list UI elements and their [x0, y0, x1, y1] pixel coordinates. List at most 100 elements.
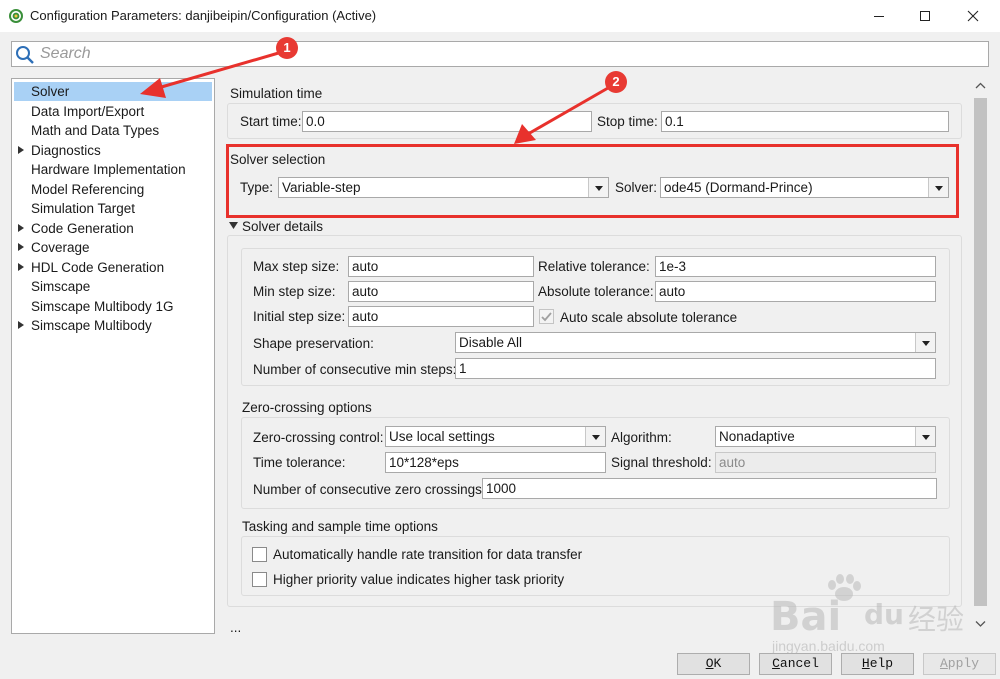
- tree-item-label: Simscape Multibody 1G: [31, 298, 174, 314]
- rate-transition-label: Automatically handle rate transition for…: [273, 547, 583, 562]
- absolute-tolerance-field[interactable]: auto: [655, 281, 936, 302]
- simulation-time-heading: Simulation time: [230, 86, 323, 101]
- auto-scale-tolerance-checkbox[interactable]: [539, 309, 554, 324]
- tree-item-label: Simulation Target: [31, 201, 136, 216]
- consecutive-min-steps-label: Number of consecutive min steps:: [253, 362, 457, 377]
- max-step-size-label: Max step size:: [253, 259, 340, 274]
- more-settings-ellipsis[interactable]: ...: [230, 620, 241, 635]
- stop-time-label: Stop time:: [597, 114, 658, 129]
- zero-crossing-control-label: Zero-crossing control:: [253, 430, 384, 445]
- expand-arrow-icon[interactable]: [18, 223, 24, 232]
- tree-item-label: Model Referencing: [31, 181, 145, 197]
- collapse-arrow-icon[interactable]: [229, 222, 238, 230]
- baidu-watermark: Bai du 经验 jingyan.baidu.com: [770, 574, 990, 664]
- solver-details-heading: Solver details: [242, 219, 324, 234]
- consecutive-zero-crossings-field[interactable]: 1000: [482, 478, 937, 499]
- tree-item-simulation-target[interactable]: Simulation Target: [14, 199, 212, 218]
- zero-crossing-control-value: Use local settings: [389, 429, 495, 444]
- zero-crossing-control-dropdown[interactable]: Use local settings: [385, 426, 606, 447]
- time-tolerance-field[interactable]: 10*128*eps: [385, 452, 606, 473]
- title-bar: Configuration Parameters: danjibeipin/Co…: [0, 0, 1000, 32]
- stop-time-field[interactable]: 0.1: [661, 111, 949, 132]
- tree-item-coverage[interactable]: Coverage: [14, 238, 212, 257]
- chevron-down-icon[interactable]: [915, 427, 935, 446]
- initial-step-size-label: Initial step size:: [253, 309, 346, 324]
- ok-button[interactable]: OK: [677, 653, 750, 675]
- annotation-highlight-rectangle: [226, 144, 959, 218]
- tree-item-math-and-data-types[interactable]: Math and Data Types: [14, 121, 212, 140]
- tree-item-hardware-implementation[interactable]: Hardware Implementation: [14, 160, 212, 179]
- checkmark-icon: [541, 312, 552, 322]
- tree-item-simscape-multibody[interactable]: Simscape Multibody: [14, 316, 212, 335]
- tree-item-simscape[interactable]: Simscape: [14, 277, 212, 296]
- task-priority-checkbox[interactable]: [252, 572, 267, 587]
- maximize-button[interactable]: [902, 0, 948, 32]
- signal-threshold-field: auto: [715, 452, 936, 473]
- watermark-url: jingyan.baidu.com: [772, 638, 885, 654]
- shape-preservation-label: Shape preservation:: [253, 336, 374, 351]
- min-step-size-label: Min step size:: [253, 284, 336, 299]
- close-icon: [967, 10, 979, 22]
- expand-arrow-icon[interactable]: [18, 321, 24, 329]
- expand-arrow-icon[interactable]: [18, 262, 24, 271]
- ok-label-rest: K: [713, 656, 722, 671]
- tree-item-label: Hardware Implementation: [31, 162, 186, 177]
- tree-item-label: Code Generation: [31, 220, 134, 236]
- annotation-badge-2: 2: [605, 71, 627, 93]
- shape-preservation-dropdown[interactable]: Disable All: [455, 332, 936, 353]
- tree-item-label: Data Import/Export: [31, 103, 145, 119]
- rate-transition-checkbox[interactable]: [252, 547, 267, 562]
- simulink-app-icon: [9, 9, 23, 23]
- window-title: Configuration Parameters: danjibeipin/Co…: [30, 8, 377, 23]
- start-time-field[interactable]: 0.0: [302, 111, 592, 132]
- close-button[interactable]: [950, 0, 996, 32]
- tree-item-label: Solver: [31, 84, 70, 99]
- tree-item-label: Simscape Multibody: [31, 318, 152, 333]
- signal-threshold-label: Signal threshold:: [611, 455, 712, 470]
- minimize-button[interactable]: [856, 0, 902, 32]
- start-time-label: Start time:: [240, 114, 302, 129]
- category-tree[interactable]: Solver Data Import/Export Math and Data …: [11, 78, 215, 634]
- tree-item-label: Coverage: [31, 240, 90, 255]
- search-icon: [16, 46, 34, 64]
- tree-item-label: Diagnostics: [31, 142, 101, 158]
- expand-arrow-icon[interactable]: [18, 243, 24, 251]
- zero-crossing-heading: Zero-crossing options: [242, 400, 372, 415]
- ok-mnemonic: O: [705, 656, 714, 671]
- absolute-tolerance-label: Absolute tolerance:: [538, 284, 654, 299]
- tree-item-label: Math and Data Types: [31, 123, 160, 138]
- min-step-size-field[interactable]: auto: [348, 281, 534, 302]
- tree-item-diagnostics[interactable]: Diagnostics: [14, 141, 212, 160]
- consecutive-min-steps-field[interactable]: 1: [455, 358, 936, 379]
- max-step-size-field[interactable]: auto: [348, 256, 534, 277]
- scrollbar-thumb[interactable]: [974, 98, 987, 606]
- algorithm-dropdown[interactable]: Nonadaptive: [715, 426, 936, 447]
- task-priority-label: Higher priority value indicates higher t…: [273, 572, 565, 587]
- algorithm-label: Algorithm:: [611, 430, 672, 445]
- relative-tolerance-field[interactable]: 1e-3: [655, 256, 936, 277]
- expand-arrow-icon[interactable]: [18, 145, 24, 154]
- tree-item-label: Simscape: [31, 279, 91, 294]
- tree-item-label: HDL Code Generation: [31, 259, 165, 275]
- shape-preservation-value: Disable All: [459, 335, 523, 350]
- watermark-brand: Bai: [770, 594, 842, 640]
- initial-step-size-field[interactable]: auto: [348, 306, 534, 327]
- watermark-brand-2: du: [864, 598, 904, 631]
- tree-item-solver[interactable]: Solver: [14, 82, 212, 101]
- tree-item-simscape-multibody-1g[interactable]: Simscape Multibody 1G: [14, 297, 212, 316]
- time-tolerance-label: Time tolerance:: [253, 455, 346, 470]
- tree-item-data-import-export[interactable]: Data Import/Export: [14, 102, 212, 121]
- minimize-icon: [874, 16, 884, 17]
- tree-item-model-referencing[interactable]: Model Referencing: [14, 180, 212, 199]
- algorithm-value: Nonadaptive: [719, 429, 795, 444]
- maximize-icon: [920, 11, 930, 21]
- chevron-down-icon[interactable]: [585, 427, 605, 446]
- relative-tolerance-label: Relative tolerance:: [538, 259, 650, 274]
- tree-item-hdl-code-generation[interactable]: HDL Code Generation: [14, 258, 212, 277]
- chevron-down-icon[interactable]: [915, 333, 935, 352]
- scroll-up-icon[interactable]: [975, 82, 986, 90]
- consecutive-zero-crossings-label: Number of consecutive zero crossings:: [253, 482, 486, 497]
- tree-item-code-generation[interactable]: Code Generation: [14, 219, 212, 238]
- search-input[interactable]: [38, 43, 978, 65]
- search-box[interactable]: [11, 41, 989, 67]
